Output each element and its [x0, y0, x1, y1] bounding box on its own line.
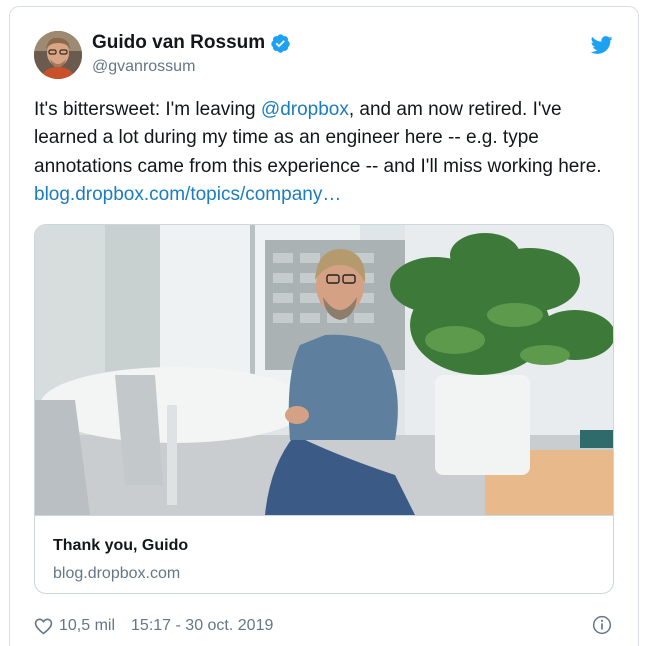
card-domain: blog.dropbox.com [53, 565, 181, 582]
card-divider [35, 515, 613, 516]
link-preview-card[interactable]: Thank you, Guido blog.dropbox.com [34, 224, 614, 594]
twitter-bird-icon[interactable] [590, 34, 614, 56]
author-name-row: Guido van Rossum [92, 31, 291, 55]
tweet-text-part: It's bittersweet: I'm leaving [34, 99, 261, 120]
tweet-footer: 10,5 mil 15:17 - 30 oct. 2019 [34, 614, 273, 638]
author-avatar[interactable] [34, 31, 82, 79]
avatar-image [34, 31, 82, 79]
author-name[interactable]: Guido van Rossum [92, 32, 265, 54]
blog-url-link[interactable]: blog.dropbox.com/topics/company… [34, 184, 341, 205]
preview-photo[interactable] [35, 225, 613, 515]
tweet-card: Guido van Rossum @gvanrossum It's bitter… [9, 6, 639, 646]
info-icon[interactable] [592, 615, 612, 635]
timestamp[interactable]: 15:17 - 30 oct. 2019 [131, 617, 273, 635]
mention-link[interactable]: @dropbox [261, 99, 349, 120]
heart-icon[interactable] [34, 617, 53, 635]
verified-badge-icon [271, 33, 290, 53]
author-handle[interactable]: @gvanrossum [92, 58, 195, 76]
like-count[interactable]: 10,5 mil [59, 617, 115, 635]
tweet-text: It's bittersweet: I'm leaving @dropbox, … [34, 96, 604, 210]
card-title[interactable]: Thank you, Guido [53, 537, 188, 555]
